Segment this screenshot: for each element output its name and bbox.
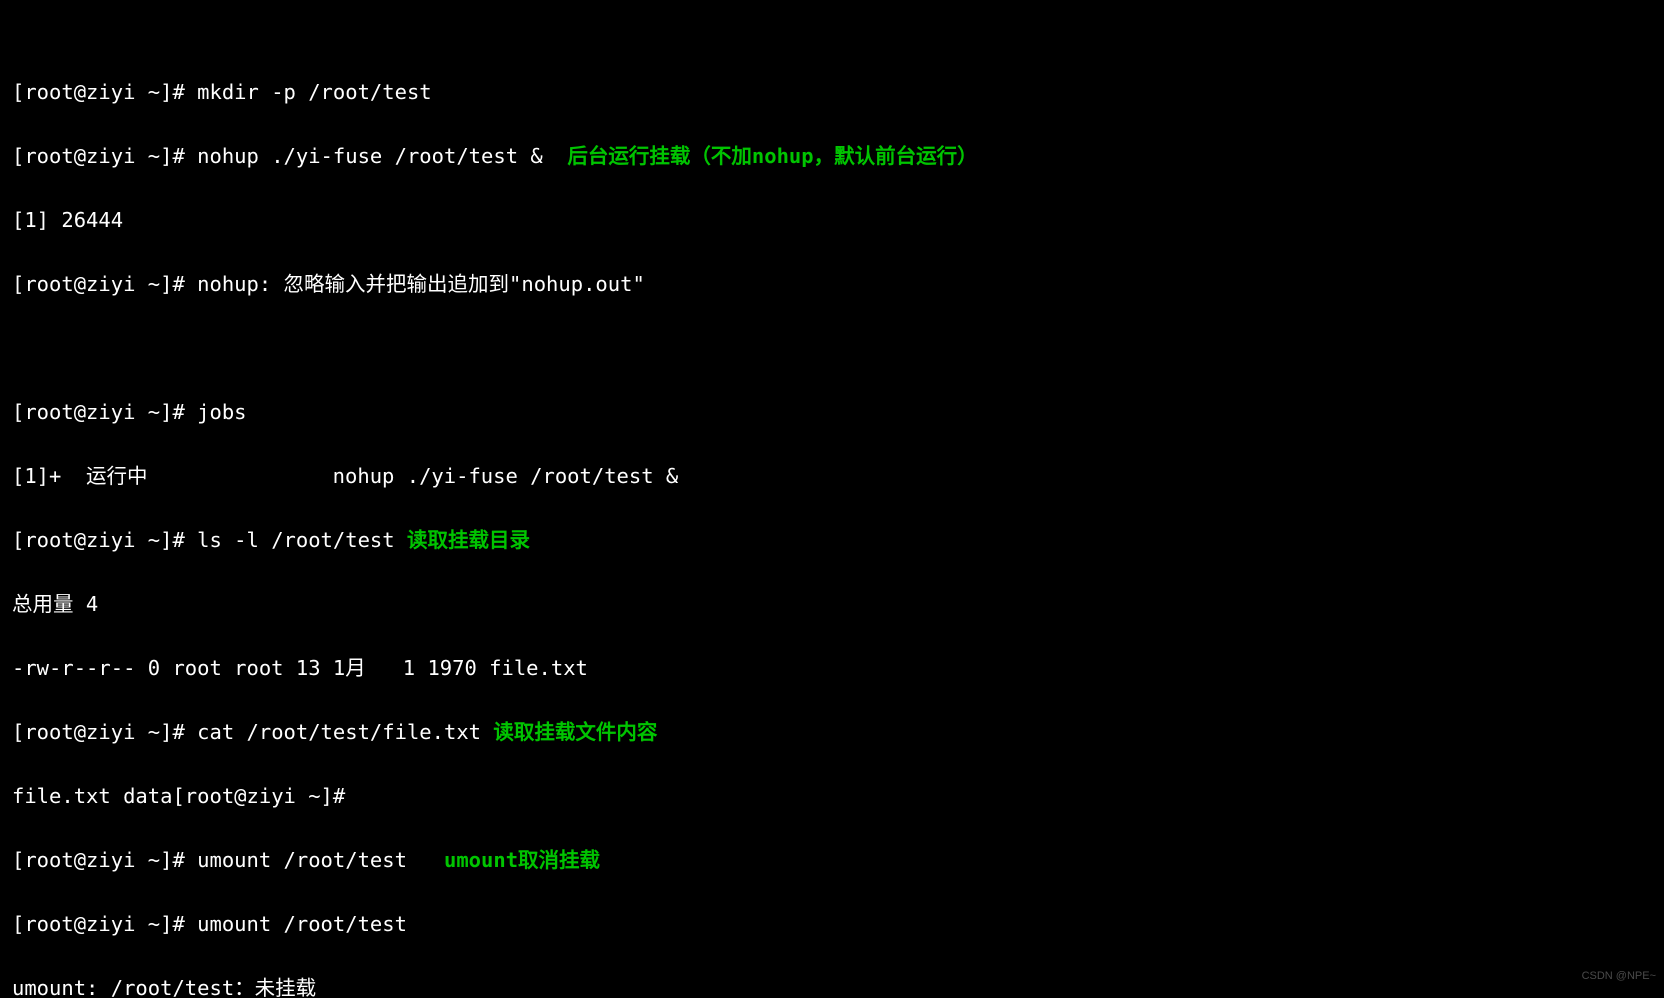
- annotation-nohup: 后台运行挂载（不加nohup，默认前台运行）: [567, 144, 977, 168]
- terminal-line: [root@ziyi ~]# jobs: [12, 396, 1652, 428]
- shell-prompt: [root@ziyi ~]#: [12, 720, 185, 744]
- job-output: [1] 26444: [12, 208, 123, 232]
- terminal-line: [1]+ 运行中 nohup ./yi-fuse /root/test &: [12, 460, 1652, 492]
- command-text: cat /root/test/file.txt: [197, 720, 481, 744]
- umount-output: umount: /root/test：未挂载: [12, 976, 316, 998]
- ls-total: 总用量 4: [12, 592, 98, 616]
- terminal-line: [root@ziyi ~]# cat /root/test/file.txt 读…: [12, 716, 1652, 748]
- terminal-line: [root@ziyi ~]# umount /root/test: [12, 908, 1652, 940]
- terminal-blank-line: [12, 332, 1652, 364]
- jobs-output: [1]+ 运行中 nohup ./yi-fuse /root/test &: [12, 464, 678, 488]
- terminal-window[interactable]: [root@ziyi ~]# mkdir -p /root/test [root…: [0, 0, 1664, 998]
- terminal-line: file.txt data[root@ziyi ~]#: [12, 780, 1652, 812]
- shell-prompt: [root@ziyi ~]#: [12, 272, 185, 296]
- terminal-line: [root@ziyi ~]# ls -l /root/test 读取挂载目录: [12, 524, 1652, 556]
- nohup-message: nohup: 忽略输入并把输出追加到"nohup.out": [197, 272, 645, 296]
- shell-prompt: [root@ziyi ~]#: [12, 80, 185, 104]
- annotation-readdir: 读取挂载目录: [407, 528, 530, 552]
- shell-prompt: [root@ziyi ~]#: [12, 912, 185, 936]
- terminal-line: umount: /root/test：未挂载: [12, 972, 1652, 998]
- ls-row: -rw-r--r-- 0 root root 13 1月 1 1970 file…: [12, 656, 588, 680]
- command-text: ls -l /root/test: [197, 528, 394, 552]
- command-text: umount /root/test: [197, 912, 407, 936]
- cat-output: file.txt data: [12, 784, 172, 808]
- annotation-readfile: 读取挂载文件内容: [493, 720, 657, 744]
- terminal-line: [1] 26444: [12, 204, 1652, 236]
- shell-prompt: [root@ziyi ~]#: [12, 528, 185, 552]
- terminal-line: -rw-r--r-- 0 root root 13 1月 1 1970 file…: [12, 652, 1652, 684]
- shell-prompt: [root@ziyi ~]#: [172, 784, 345, 808]
- shell-prompt: [root@ziyi ~]#: [12, 848, 185, 872]
- terminal-line: [root@ziyi ~]# umount /root/test umount取…: [12, 844, 1652, 876]
- command-text: mkdir -p /root/test: [197, 80, 432, 104]
- terminal-line: [root@ziyi ~]# mkdir -p /root/test: [12, 76, 1652, 108]
- annotation-umount: umount取消挂载: [444, 848, 600, 872]
- command-text: umount /root/test: [197, 848, 407, 872]
- terminal-line: 总用量 4: [12, 588, 1652, 620]
- shell-prompt: [root@ziyi ~]#: [12, 400, 185, 424]
- watermark-text: CSDN @NPE~: [1582, 960, 1656, 992]
- command-text: nohup ./yi-fuse /root/test &: [197, 144, 543, 168]
- command-text: jobs: [197, 400, 246, 424]
- shell-prompt: [root@ziyi ~]#: [12, 144, 185, 168]
- terminal-line: [root@ziyi ~]# nohup: 忽略输入并把输出追加到"nohup.…: [12, 268, 1652, 300]
- terminal-line: [root@ziyi ~]# nohup ./yi-fuse /root/tes…: [12, 140, 1652, 172]
